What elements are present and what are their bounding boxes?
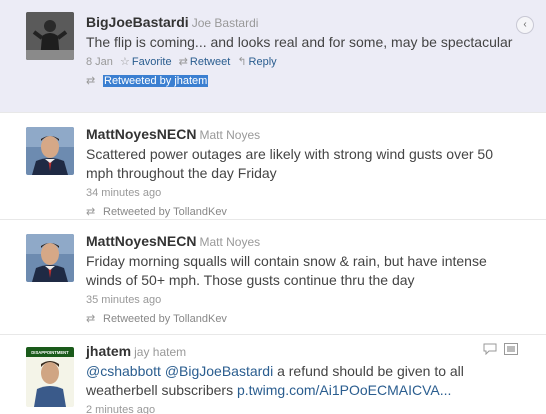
- reply-icon: ↰: [237, 56, 247, 68]
- screen-name[interactable]: BigJoeBastardi: [86, 14, 189, 30]
- retweet-icon: ⇄: [86, 313, 96, 325]
- tweet-item[interactable]: BigJoeBastardi Joe Bastardi The flip is c…: [0, 0, 546, 113]
- retweet-icon: ⇄: [178, 56, 188, 68]
- tweet-text: @cshabbott @BigJoeBastardi a refund shou…: [86, 362, 516, 400]
- tweet-text: Friday morning squalls will contain snow…: [86, 253, 487, 288]
- tweet-timestamp[interactable]: 2 minutes ago: [86, 403, 516, 414]
- media-link[interactable]: p.twimg.com/Ai1POoECMAICVA...: [237, 382, 451, 398]
- conversation-icon[interactable]: [483, 343, 497, 358]
- reply-button[interactable]: Reply: [249, 56, 277, 68]
- retweet-button[interactable]: Retweet: [190, 56, 230, 68]
- tweet-timestamp[interactable]: 35 minutes ago: [86, 293, 516, 307]
- tweet-text: Scattered power outages are likely with …: [86, 146, 493, 181]
- star-icon: ☆: [119, 56, 130, 68]
- avatar[interactable]: DISAPPOINTMENT: [26, 347, 74, 407]
- full-name: Matt Noyes: [199, 235, 261, 249]
- screen-name[interactable]: MattNoyesNECN: [86, 126, 196, 142]
- tweet-timestamp[interactable]: 34 minutes ago: [86, 186, 516, 200]
- mention-link[interactable]: @BigJoeBastardi: [165, 363, 273, 379]
- screen-name[interactable]: MattNoyesNECN: [86, 233, 196, 249]
- avatar[interactable]: [26, 127, 74, 175]
- media-icon[interactable]: [504, 343, 518, 358]
- avatar[interactable]: [26, 234, 74, 282]
- favorite-button[interactable]: Favorite: [132, 56, 172, 68]
- full-name: jay hatem: [134, 345, 187, 359]
- retweet-icon: ⇄: [86, 75, 96, 87]
- retweet-icon: ⇄: [86, 206, 96, 218]
- avatar-caption: DISAPPOINTMENT: [31, 350, 69, 355]
- tweet-item[interactable]: MattNoyesNECN Matt Noyes Scattered power …: [0, 113, 546, 220]
- chevron-left-icon[interactable]: ‹: [516, 16, 534, 34]
- retweeted-by[interactable]: Retweeted by jhatem: [103, 75, 209, 87]
- retweeted-by[interactable]: Retweeted by TollandKev: [103, 206, 227, 218]
- mention-link[interactable]: @cshabbott: [86, 363, 161, 379]
- screen-name[interactable]: jhatem: [86, 343, 131, 359]
- full-name: Matt Noyes: [199, 128, 261, 142]
- timeline: BigJoeBastardi Joe Bastardi The flip is c…: [0, 0, 546, 414]
- tweet-timestamp[interactable]: 8 Jan: [86, 56, 113, 68]
- retweeted-by[interactable]: Retweeted by TollandKev: [103, 313, 227, 325]
- tweet-text: The flip is coming... and looks real and…: [86, 34, 513, 50]
- tweet-item[interactable]: DISAPPOINTMENT jhatem jay hatem @cshabbot…: [0, 335, 546, 414]
- full-name: Joe Bastardi: [191, 16, 259, 30]
- tweet-item[interactable]: MattNoyesNECN Matt Noyes Friday morning s…: [0, 220, 546, 335]
- avatar[interactable]: [26, 12, 74, 60]
